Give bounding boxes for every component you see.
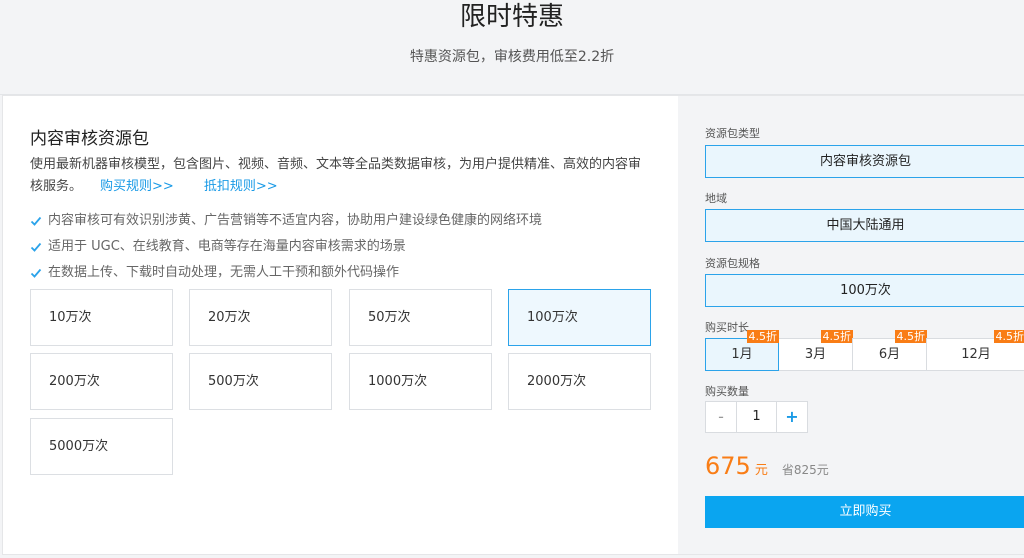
feature-text: 在数据上传、下载时自动处理，无需人工干预和额外代码操作	[48, 265, 400, 280]
check-icon	[30, 216, 42, 226]
discount-badge: 4.5折	[820, 330, 853, 343]
type-label: 资源包类型	[705, 127, 760, 140]
duration-text: 1月	[731, 347, 753, 362]
buy-now-button[interactable]: 立即购买	[705, 496, 1024, 528]
region-label: 地域	[705, 192, 727, 205]
order-sidebar: 资源包类型 内容审核资源包 地域 中国大陆通用 资源包规格 100万次 购买时长…	[678, 96, 1024, 554]
price-unit: 元	[754, 463, 768, 478]
quantity-input[interactable]: 1	[736, 402, 777, 432]
duration-option[interactable]: 3月 4.5折	[778, 330, 853, 371]
product-description: 使用最新机器审核模型，包含图片、视频、音频、文本等全品类数据审核，为用户提供精准…	[30, 154, 650, 198]
spec-option-selected[interactable]: 100万次	[508, 289, 651, 346]
decrement-button[interactable]: -	[706, 402, 736, 432]
product-title: 内容审核资源包	[30, 129, 149, 149]
spec-option[interactable]: 20万次	[189, 289, 332, 346]
discount-badge: 4.5折	[894, 330, 927, 343]
promo-header: 限时特惠 特惠资源包，审核费用低至2.2折	[0, 0, 1024, 95]
spec-select[interactable]: 100万次	[705, 274, 1024, 307]
duration-text: 6月	[878, 347, 901, 362]
duration-text: 3月	[804, 347, 827, 362]
feature-item: 在数据上传、下载时自动处理，无需人工干预和额外代码操作	[30, 260, 542, 286]
duration-option[interactable]: 12月 4.5折	[926, 330, 1024, 371]
deduction-rules-link[interactable]: 抵扣规则>>	[204, 179, 278, 194]
total-price: 675	[705, 452, 751, 480]
page-subtitle: 特惠资源包，审核费用低至2.2折	[409, 49, 615, 65]
type-select[interactable]: 内容审核资源包	[705, 145, 1024, 178]
spec-option[interactable]: 200万次	[30, 353, 173, 410]
duration-option[interactable]: 6月 4.5折	[852, 330, 927, 371]
feature-item: 内容审核可有效识别涉黄、广告营销等不适宜内容，协助用户建设绿色健康的网络环境	[30, 208, 542, 234]
price-row: 675 元 省825元	[705, 452, 829, 480]
spec-option[interactable]: 500万次	[189, 353, 332, 410]
spec-option[interactable]: 5000万次	[30, 418, 173, 475]
discount-badge: 4.5折	[746, 330, 779, 343]
spec-option[interactable]: 1000万次	[349, 353, 492, 410]
check-icon	[30, 268, 42, 278]
spec-label: 资源包规格	[705, 257, 760, 270]
product-info: 内容审核资源包 使用最新机器审核模型，包含图片、视频、音频、文本等全品类数据审核…	[3, 96, 678, 554]
discount-badge: 4.5折	[993, 330, 1024, 343]
check-icon	[30, 242, 42, 252]
quantity-label: 购买数量	[705, 385, 749, 398]
spec-option[interactable]: 50万次	[349, 289, 492, 346]
saved-amount: 省825元	[781, 463, 829, 477]
duration-label: 购买时长	[705, 321, 749, 334]
product-panel: 内容审核资源包 使用最新机器审核模型，包含图片、视频、音频、文本等全品类数据审核…	[2, 95, 1024, 555]
page-title: 限时特惠	[459, 2, 564, 32]
feature-item: 适用于 UGC、在线教育、电商等存在海量内容审核需求的场景	[30, 234, 542, 260]
duration-text: 12月	[961, 347, 991, 362]
quantity-stepper: - 1 +	[705, 401, 808, 433]
spec-option[interactable]: 2000万次	[508, 353, 651, 410]
feature-text: 适用于 UGC、在线教育、电商等存在海量内容审核需求的场景	[48, 239, 406, 254]
feature-text: 内容审核可有效识别涉黄、广告营销等不适宜内容，协助用户建设绿色健康的网络环境	[48, 213, 543, 228]
spec-option[interactable]: 10万次	[30, 289, 173, 346]
feature-list: 内容审核可有效识别涉黄、广告营销等不适宜内容，协助用户建设绿色健康的网络环境 适…	[30, 208, 542, 286]
duration-option-selected[interactable]: 1月 4.5折	[705, 330, 779, 371]
purchase-rules-link[interactable]: 购买规则>>	[100, 179, 174, 194]
region-select[interactable]: 中国大陆通用	[705, 209, 1024, 242]
increment-button[interactable]: +	[777, 402, 807, 432]
